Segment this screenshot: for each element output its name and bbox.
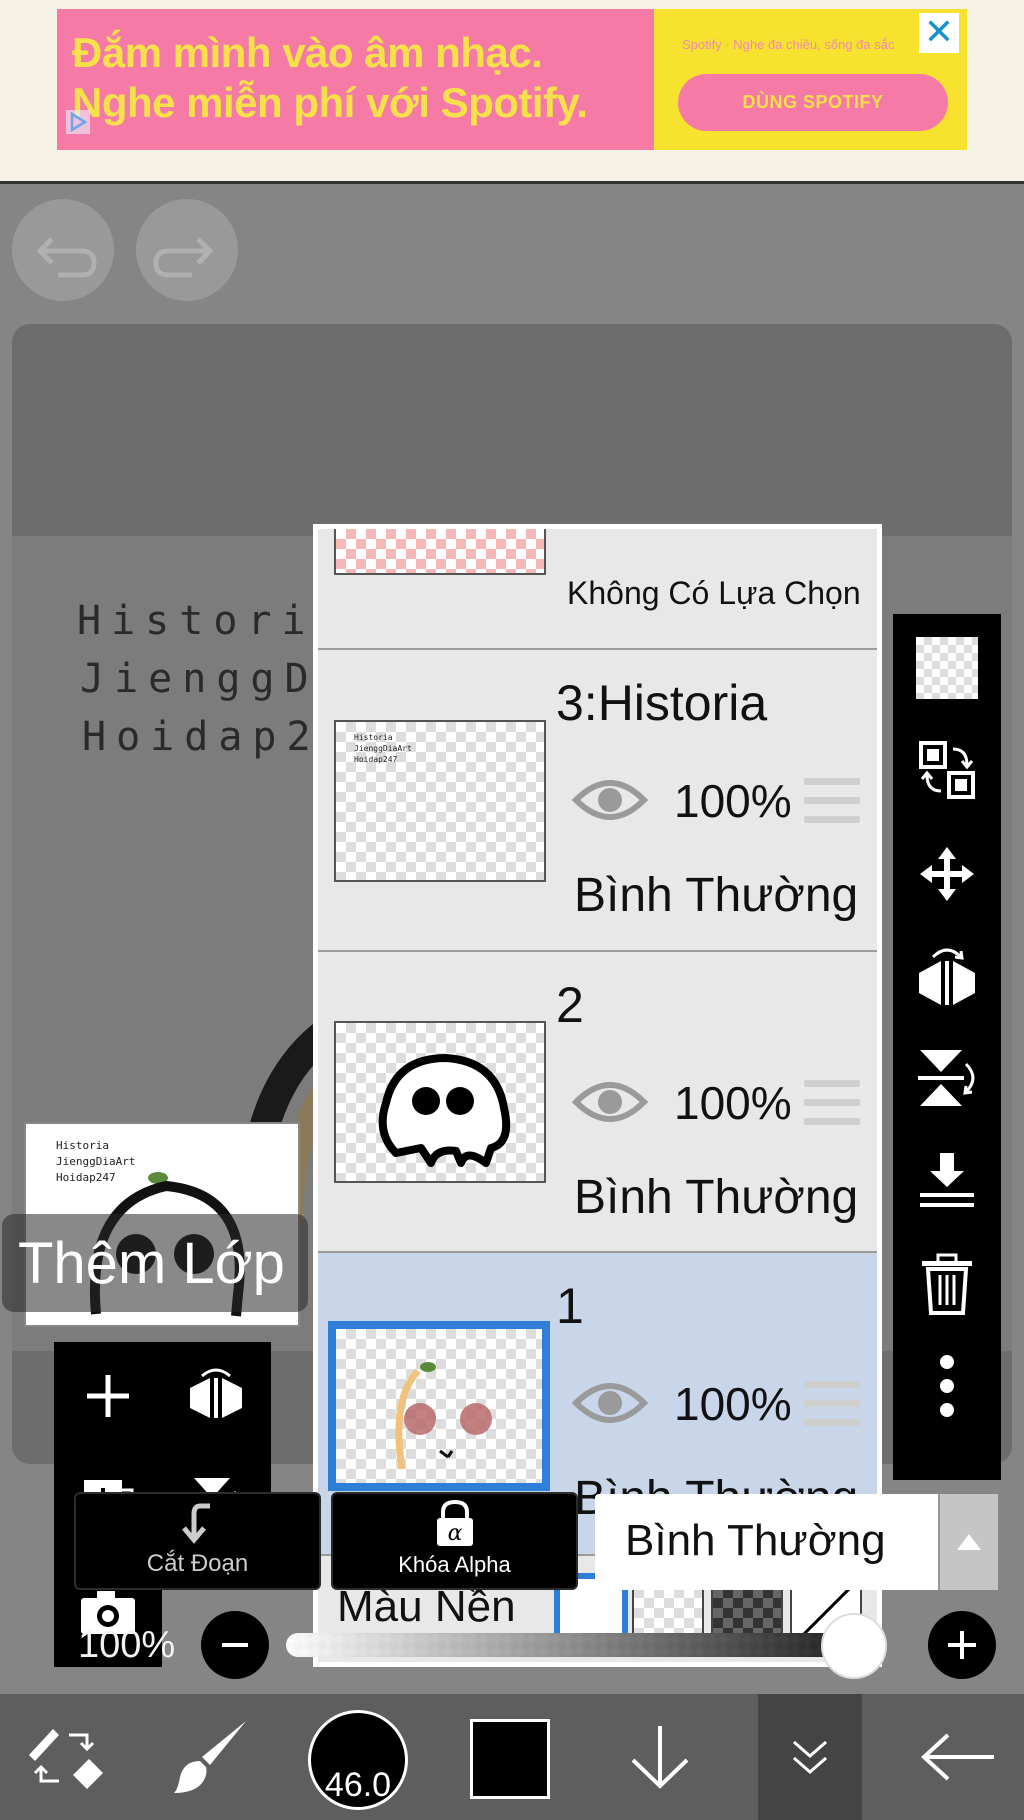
redo-button[interactable]	[136, 199, 238, 301]
add-layer-tooltip: Thêm Lớp	[2, 1214, 308, 1312]
layer-row[interactable]: Historia JienggDiaArt Hoidap247 3:Histor…	[318, 650, 877, 952]
blend-mode-select[interactable]: Bình Thường	[595, 1494, 998, 1590]
clipping-button[interactable]: Cắt Đoạn	[74, 1492, 321, 1590]
ad-cta-button[interactable]: DÙNG SPOTIFY	[678, 74, 948, 131]
brush-size-button[interactable]: 46.0	[308, 1710, 408, 1810]
clipping-arrow-icon	[182, 1503, 210, 1544]
swap-layers-icon	[919, 741, 975, 799]
brush-eraser-swap-icon	[29, 1729, 103, 1789]
layer-thumbnail-artwork	[395, 1362, 492, 1470]
blend-mode-value: Bình Thường	[625, 1516, 886, 1565]
layer-thumbnail: Historia JienggDiaArt Hoidap247	[334, 720, 546, 882]
merge-down-button[interactable]	[893, 1130, 1001, 1230]
bottom-toolbar: 46.0	[0, 1694, 1024, 1820]
selection-layer-label: Không Có Lựa Chọn	[567, 575, 861, 611]
trash-icon	[922, 1253, 972, 1315]
opacity-increase-button[interactable]	[928, 1611, 996, 1679]
arrow-down-icon	[631, 1726, 689, 1789]
close-icon[interactable]: ✕	[919, 13, 959, 53]
flip-layer-horizontal-button[interactable]	[162, 1342, 270, 1450]
opacity-slider[interactable]	[286, 1633, 886, 1657]
add-layer-button[interactable]	[54, 1342, 162, 1450]
layer-name: 1	[556, 1278, 584, 1334]
delete-layer-button[interactable]	[893, 1234, 1001, 1334]
plus-icon	[948, 1631, 976, 1659]
more-options-button[interactable]	[893, 1336, 1001, 1436]
undo-button[interactable]	[12, 199, 114, 301]
right-toolbar	[893, 614, 1001, 1480]
layer-opacity[interactable]: 100%	[674, 1076, 792, 1130]
brush-size-value: 46.0	[324, 1766, 392, 1804]
redo-icon	[153, 237, 214, 278]
eye-icon[interactable]	[572, 1076, 648, 1128]
layer-thumb-text: Hoidap247	[354, 755, 398, 764]
canvas-text-line: Historia	[77, 598, 350, 644]
clipping-label: Cắt Đoạn	[146, 1550, 249, 1577]
layer-thumbnail-artwork	[378, 1054, 511, 1167]
workspace: Historia JienggDi Hoidap2Q Historia Jien…	[0, 187, 1024, 1694]
ad-choices-icon[interactable]	[65, 109, 91, 135]
layer-blend-mode: Bình Thường	[574, 869, 859, 922]
opacity-decrease-button[interactable]	[201, 1611, 269, 1679]
ad-headline-panel[interactable]: Đắm mình vào âm nhạc. Nghe miễn phí với …	[57, 9, 654, 150]
color-picker-button[interactable]	[470, 1719, 550, 1799]
move-button[interactable]	[893, 824, 1001, 924]
alpha-lock-button[interactable]: α Khóa Alpha	[331, 1492, 578, 1590]
layer-thumb-text: JienggDiaArt	[354, 744, 412, 753]
transparency-button[interactable]	[893, 618, 1001, 718]
checkerboard-icon	[916, 637, 978, 699]
svg-text:α: α	[448, 1521, 463, 1546]
flip-horizontal-icon	[919, 948, 975, 1005]
opacity-slider-thumb[interactable]	[821, 1613, 887, 1679]
merge-down-icon	[920, 1153, 974, 1207]
scroll-down-button[interactable]	[620, 1694, 700, 1820]
eye-icon[interactable]	[572, 1377, 648, 1429]
undo-icon	[36, 237, 97, 278]
ad-headline-line2: Nghe miễn phí với Spotify.	[72, 79, 588, 126]
flip-horizontal-button[interactable]	[893, 926, 1001, 1026]
selection-layer-row[interactable]: Không Có Lựa Chọn	[318, 529, 877, 650]
layer-name: 2	[556, 977, 584, 1033]
flip-horizontal-icon	[190, 1368, 242, 1418]
flip-vertical-button[interactable]	[893, 1028, 1001, 1128]
chevron-up-icon[interactable]	[938, 1494, 998, 1590]
ad-sponsor-text: Spotify · Nghe đa chiều, sống đa sắc	[682, 37, 895, 52]
layer-blend-mode: Bình Thường	[574, 1171, 859, 1224]
chevron-double-down-icon	[793, 1740, 827, 1774]
alpha-lock-label: Khóa Alpha	[398, 1552, 511, 1577]
drag-handle-icon[interactable]	[804, 778, 860, 824]
layer-opacity[interactable]: 100%	[674, 774, 792, 828]
ad-cta-panel[interactable]: Spotify · Nghe đa chiều, sống đa sắc DÙN…	[654, 9, 967, 150]
selection-layer-thumbnail	[334, 529, 546, 575]
opacity-label: 100%	[78, 1624, 176, 1666]
plus-icon	[87, 1375, 129, 1417]
more-vertical-icon	[940, 1355, 954, 1417]
layer-name: 3:Historia	[556, 675, 768, 731]
drag-handle-icon[interactable]	[804, 1381, 860, 1427]
layer-thumb-text: Historia	[354, 733, 393, 742]
spotify-ad[interactable]: Đắm mình vào âm nhạc. Nghe miễn phí với …	[57, 9, 967, 150]
brush-tool-button[interactable]	[168, 1694, 252, 1820]
minus-icon	[222, 1643, 248, 1647]
ad-headline-line1: Đắm mình vào âm nhạc.	[72, 29, 543, 76]
lock-icon: α	[437, 1500, 473, 1546]
brush-icon	[174, 1721, 246, 1793]
tool-switch-button[interactable]	[20, 1694, 110, 1820]
flip-vertical-icon	[918, 1050, 975, 1106]
layer-opacity[interactable]: 100%	[674, 1377, 792, 1431]
eye-icon[interactable]	[572, 774, 648, 826]
move-icon	[920, 847, 974, 901]
back-button[interactable]	[918, 1694, 998, 1820]
layer-select-button[interactable]	[893, 720, 1001, 820]
drag-handle-icon[interactable]	[804, 1080, 860, 1126]
triangle-up-icon	[957, 1534, 981, 1550]
layer-thumbnail	[328, 1321, 550, 1491]
ad-banner-area: Đắm mình vào âm nhạc. Nghe miễn phí với …	[0, 0, 1024, 184]
canvas-text-line: JienggDi	[80, 656, 353, 702]
layer-row[interactable]: 2 100% Bình Thường	[318, 952, 877, 1253]
arrow-left-icon	[921, 1733, 994, 1781]
layer-thumbnail	[334, 1021, 546, 1183]
layers-panel-toggle[interactable]	[758, 1694, 862, 1820]
